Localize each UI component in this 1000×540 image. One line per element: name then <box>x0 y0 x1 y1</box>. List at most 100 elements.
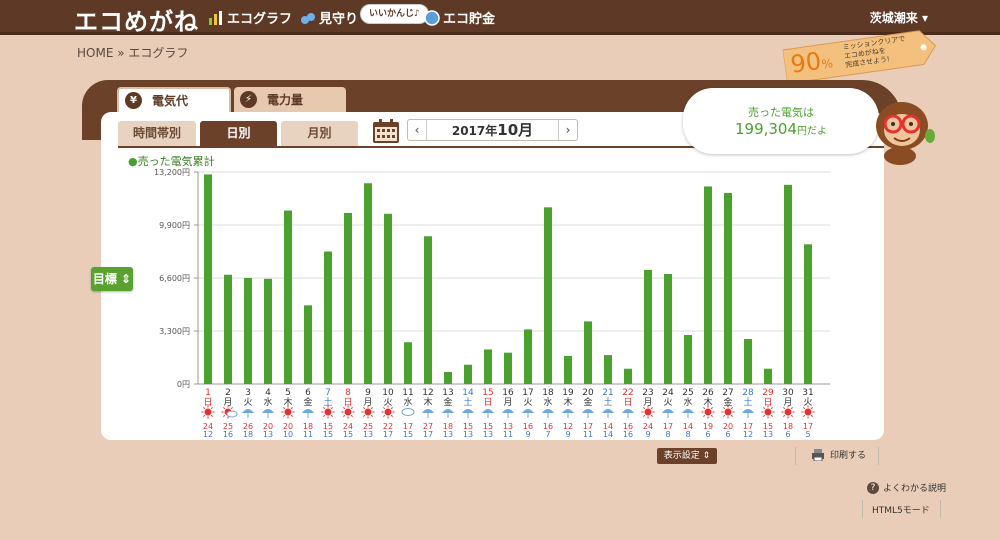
low-temp-label: 6 <box>705 430 710 439</box>
sun-ray <box>330 414 333 417</box>
data-bar <box>304 305 312 384</box>
data-bar <box>604 355 612 384</box>
x-day-label: 18 <box>542 388 554 398</box>
umbrella-icon <box>262 409 274 413</box>
html5-mode-link[interactable]: HTML5モード <box>872 503 930 516</box>
low-temp-label: 11 <box>303 430 313 439</box>
x-day-label: 4 <box>265 388 271 398</box>
divider <box>795 447 796 465</box>
data-bar <box>584 321 592 384</box>
low-temp-label: 16 <box>223 430 233 439</box>
sun-icon <box>804 408 812 416</box>
x-day-label: 25 <box>682 388 693 398</box>
divider <box>862 500 863 518</box>
umbrella-icon <box>582 409 594 413</box>
low-temp-label: 16 <box>623 430 633 439</box>
data-bar <box>284 210 292 384</box>
low-temp-label: 14 <box>603 430 613 439</box>
x-day-label: 6 <box>305 388 311 398</box>
data-bar <box>224 274 232 384</box>
x-day-label: 20 <box>582 388 594 398</box>
divider <box>878 447 879 465</box>
sun-icon <box>364 408 372 416</box>
data-bar <box>724 192 732 384</box>
umbrella-icon <box>542 409 554 413</box>
data-bar <box>484 349 492 384</box>
sun-icon <box>204 408 212 416</box>
sun-ray <box>203 414 206 417</box>
x-day-label: 13 <box>442 388 453 398</box>
x-weekday-label: 日 <box>483 397 492 408</box>
data-bar <box>644 269 652 384</box>
sun-ray <box>343 414 346 417</box>
low-temp-label: 9 <box>525 430 530 439</box>
x-day-label: 15 <box>482 388 493 398</box>
umbrella-icon <box>462 409 474 413</box>
divider <box>940 500 941 518</box>
umbrella-icon <box>442 409 454 413</box>
umbrella-icon <box>662 409 674 413</box>
printer-icon <box>812 448 824 461</box>
x-weekday-label: 水 <box>403 396 412 408</box>
x-weekday-label: 水 <box>543 396 552 408</box>
x-day-label: 10 <box>382 388 394 398</box>
x-day-label: 30 <box>782 388 794 398</box>
data-bar <box>544 207 552 384</box>
data-bar <box>744 339 752 384</box>
display-settings-button[interactable]: 表示設定 ⇕ <box>657 448 717 464</box>
x-day-label: 27 <box>722 388 733 398</box>
low-temp-label: 15 <box>403 430 413 439</box>
y-tick-label: 13,200円 <box>154 168 190 177</box>
print-label: 印刷する <box>830 451 867 461</box>
x-day-label: 29 <box>762 388 774 398</box>
low-temp-label: 11 <box>583 430 593 439</box>
low-temp-label: 17 <box>383 430 393 439</box>
low-temp-label: 8 <box>665 430 670 439</box>
sun-icon <box>284 408 292 416</box>
x-day-label: 23 <box>642 388 653 398</box>
data-bar <box>344 212 352 384</box>
umbrella-icon <box>602 409 614 413</box>
data-bar <box>784 184 792 384</box>
sun-icon <box>704 408 712 416</box>
x-day-label: 31 <box>802 388 813 398</box>
x-weekday-label: 金 <box>443 396 452 408</box>
y-tick-label: 6,600円 <box>159 274 190 283</box>
sun-ray <box>290 414 293 417</box>
x-weekday-label: 火 <box>523 397 532 408</box>
low-temp-label: 13 <box>263 430 273 439</box>
help-link[interactable]: ? よくわかる説明 <box>867 481 946 494</box>
help-label: よくわかる説明 <box>883 484 947 494</box>
sun-ray <box>790 414 793 417</box>
x-day-label: 22 <box>622 388 633 398</box>
y-tick-label: 9,900円 <box>159 221 190 230</box>
sun-ray <box>210 414 213 417</box>
sun-icon <box>344 408 352 416</box>
umbrella-icon <box>422 409 434 413</box>
low-temp-label: 15 <box>323 430 333 439</box>
x-day-label: 1 <box>205 388 211 398</box>
sun-ray <box>770 414 773 417</box>
umbrella-icon <box>482 409 494 413</box>
sun-icon <box>384 408 392 416</box>
data-bar <box>764 368 772 384</box>
data-bar <box>504 352 512 384</box>
sun-ray <box>703 414 706 417</box>
umbrella-icon <box>622 409 634 413</box>
data-bar <box>564 355 572 384</box>
x-day-label: 8 <box>345 388 351 398</box>
x-weekday-label: 水 <box>263 396 272 408</box>
low-temp-label: 7 <box>545 430 550 439</box>
data-bar <box>524 329 532 384</box>
x-day-label: 7 <box>325 388 331 398</box>
low-temp-label: 15 <box>343 430 353 439</box>
data-bar <box>404 342 412 384</box>
data-bar <box>444 371 452 384</box>
sun-ray <box>383 414 386 417</box>
print-button[interactable]: 印刷する <box>811 448 866 461</box>
x-day-label: 21 <box>602 388 613 398</box>
data-bar <box>424 236 432 384</box>
x-weekday-label: 金 <box>303 396 312 408</box>
x-day-label: 5 <box>285 388 291 398</box>
data-bar <box>664 273 672 384</box>
